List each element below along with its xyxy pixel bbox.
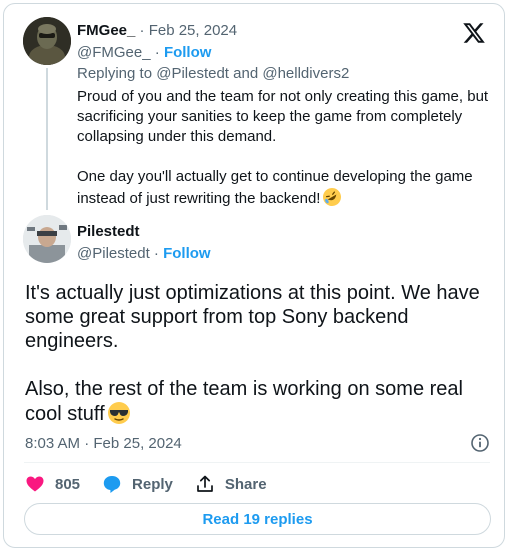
reply-button[interactable]: Reply bbox=[102, 474, 173, 494]
main-author-name-row: Pilestedt bbox=[77, 222, 140, 242]
tweet-actions-bar: 805 Reply Share bbox=[25, 472, 289, 496]
parent-text-paragraph-2: One day you'll actually get to continue … bbox=[77, 167, 497, 209]
parent-author-name[interactable]: FMGee_ bbox=[77, 22, 135, 39]
rolling-on-floor-laughing-icon bbox=[323, 188, 342, 206]
tweet-timestamp[interactable]: 8:03 AM · Feb 25, 2024 bbox=[25, 434, 182, 454]
heart-icon bbox=[26, 476, 44, 492]
main-follow-link[interactable]: Follow bbox=[163, 245, 211, 262]
main-text-paragraph-1: It's actually just optimizations at this… bbox=[25, 282, 480, 352]
avatar-fmgee[interactable] bbox=[23, 17, 71, 65]
replying-to-line: Replying to @Pilestedt and @helldivers2 bbox=[77, 64, 349, 84]
main-tweet-text: It's actually just optimizations at this… bbox=[25, 281, 495, 426]
tweet-embed-card: FMGee_ · Feb 25, 2024 @FMGee_ · Follow R… bbox=[3, 3, 505, 548]
parent-text-paragraph-1: Proud of you and the team for not only c… bbox=[77, 88, 489, 145]
parent-follow-link[interactable]: Follow bbox=[164, 44, 212, 61]
avatar-pilestedt[interactable] bbox=[23, 215, 71, 263]
main-author-handle[interactable]: @Pilestedt bbox=[77, 245, 150, 262]
share-button[interactable]: Share bbox=[195, 474, 267, 494]
replying-to-conj: and bbox=[233, 65, 259, 82]
parent-handle-row: @FMGee_ · Follow bbox=[77, 44, 212, 61]
main-text-paragraph-2: Also, the rest of the team is working on… bbox=[25, 377, 495, 426]
reply-bubble-icon bbox=[103, 476, 121, 493]
replying-to-prefix: Replying to bbox=[77, 65, 153, 82]
parent-author-handle[interactable]: @FMGee_ bbox=[77, 44, 151, 61]
like-count: 805 bbox=[55, 475, 81, 493]
thread-connector-line bbox=[46, 68, 48, 210]
x-logo-icon[interactable] bbox=[462, 21, 486, 45]
share-label: Share bbox=[224, 475, 267, 493]
main-handle-row: @Pilestedt · Follow bbox=[77, 245, 211, 262]
parent-tweet-header: FMGee_ · Feb 25, 2024 bbox=[77, 22, 238, 39]
info-icon[interactable] bbox=[470, 433, 490, 453]
main-text-paragraph-2-text: Also, the rest of the team is working on… bbox=[25, 378, 463, 425]
share-upload-icon bbox=[197, 475, 213, 492]
actions-divider bbox=[24, 462, 490, 463]
main-author-name[interactable]: Pilestedt bbox=[77, 223, 140, 240]
parent-tweet-text: Proud of you and the team for not only c… bbox=[77, 87, 497, 209]
like-button[interactable]: 805 bbox=[25, 474, 80, 494]
parent-text-paragraph-2-text: One day you'll actually get to continue … bbox=[77, 168, 473, 207]
parent-tweet-date[interactable]: Feb 25, 2024 bbox=[149, 22, 237, 39]
reply-label: Reply bbox=[132, 475, 173, 493]
reply-mention-pilestedt[interactable]: @Pilestedt bbox=[156, 65, 229, 82]
read-replies-button[interactable]: Read 19 replies bbox=[24, 503, 491, 535]
reply-mention-helldivers2[interactable]: @helldivers2 bbox=[262, 65, 349, 82]
sunglasses-icon bbox=[107, 402, 130, 424]
